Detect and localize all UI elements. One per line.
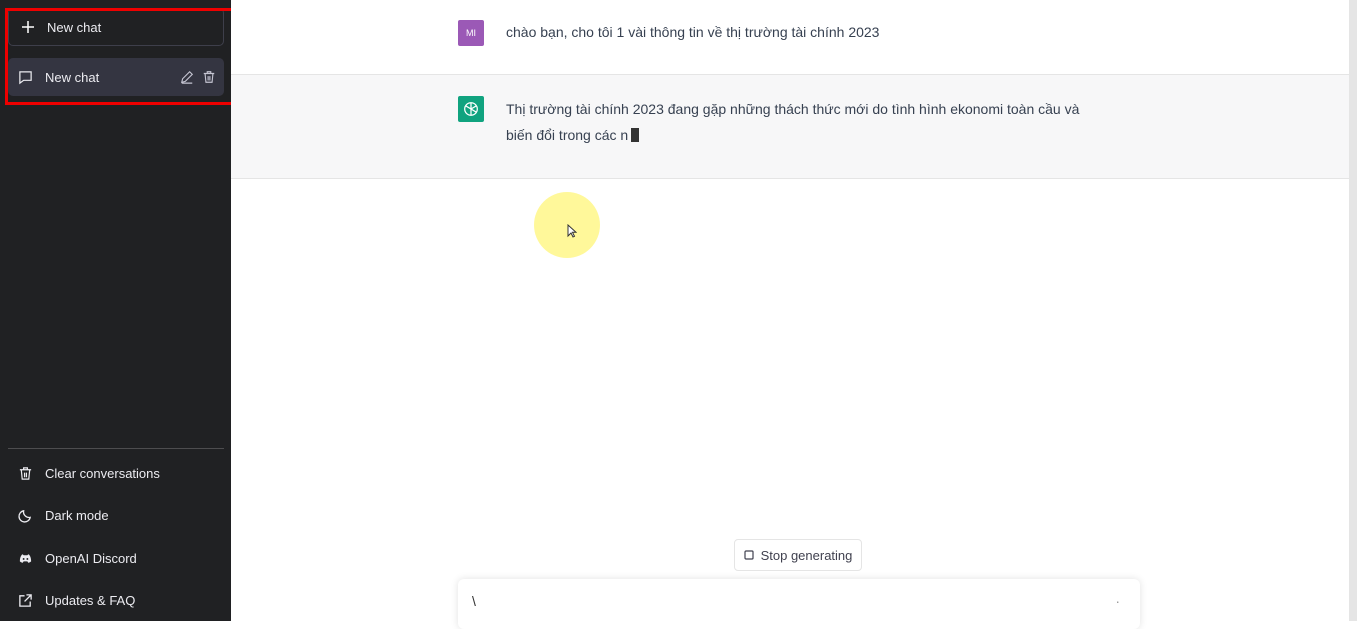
typing-cursor xyxy=(631,128,640,142)
new-chat-label: New chat xyxy=(47,19,102,35)
dark-mode-button[interactable]: Dark mode xyxy=(8,495,224,535)
chat-main: MI chào bạn, cho tôi 1 vài thông tin về … xyxy=(231,0,1357,629)
assistant-message-text: Thị trường tài chính 2023 đang gặp những… xyxy=(506,96,1096,148)
assistant-text: Thị trường tài chính 2023 đang gặp những… xyxy=(506,101,1080,143)
sidebar-divider xyxy=(8,448,224,449)
stop-generating-label: Stop generating xyxy=(760,547,853,563)
message-input-value: \ xyxy=(472,593,476,609)
openai-discord-link[interactable]: OpenAI Discord xyxy=(8,538,224,578)
external-link-icon xyxy=(18,593,33,608)
discord-icon xyxy=(18,551,33,566)
stop-square-icon xyxy=(743,550,754,560)
user-message-text: chào bạn, cho tôi 1 vài thông tin về thị… xyxy=(506,24,880,40)
chat-item-label: New chat xyxy=(45,69,100,85)
stop-generating-button[interactable]: Stop generating xyxy=(734,539,862,571)
assistant-message: Thị trường tài chính 2023 đang gặp những… xyxy=(231,75,1357,179)
openai-discord-label: OpenAI Discord xyxy=(45,550,137,566)
trash-icon[interactable] xyxy=(202,70,216,84)
trash-icon xyxy=(18,466,33,481)
mouse-pointer-icon xyxy=(567,224,577,238)
moon-icon xyxy=(18,508,33,523)
message-input[interactable]: \ · xyxy=(458,579,1140,629)
dark-mode-label: Dark mode xyxy=(45,507,109,523)
openai-logo-icon xyxy=(458,96,484,122)
plus-icon xyxy=(21,20,35,34)
clear-conversations-label: Clear conversations xyxy=(45,465,160,481)
send-indicator: · xyxy=(1115,593,1120,609)
new-chat-button[interactable]: New chat xyxy=(8,8,224,46)
chat-bubble-icon xyxy=(18,70,33,85)
updates-faq-label: Updates & FAQ xyxy=(45,592,136,608)
scrollbar[interactable] xyxy=(1349,0,1357,621)
chat-item[interactable]: New chat xyxy=(8,58,224,96)
user-avatar: MI xyxy=(458,20,484,46)
edit-icon[interactable] xyxy=(180,70,194,84)
sidebar: New chat New chat Clear conversations Da… xyxy=(0,0,236,621)
updates-faq-link[interactable]: Updates & FAQ xyxy=(8,580,224,620)
clear-conversations-button[interactable]: Clear conversations xyxy=(8,453,224,493)
user-message: MI chào bạn, cho tôi 1 vài thông tin về … xyxy=(231,0,1357,75)
